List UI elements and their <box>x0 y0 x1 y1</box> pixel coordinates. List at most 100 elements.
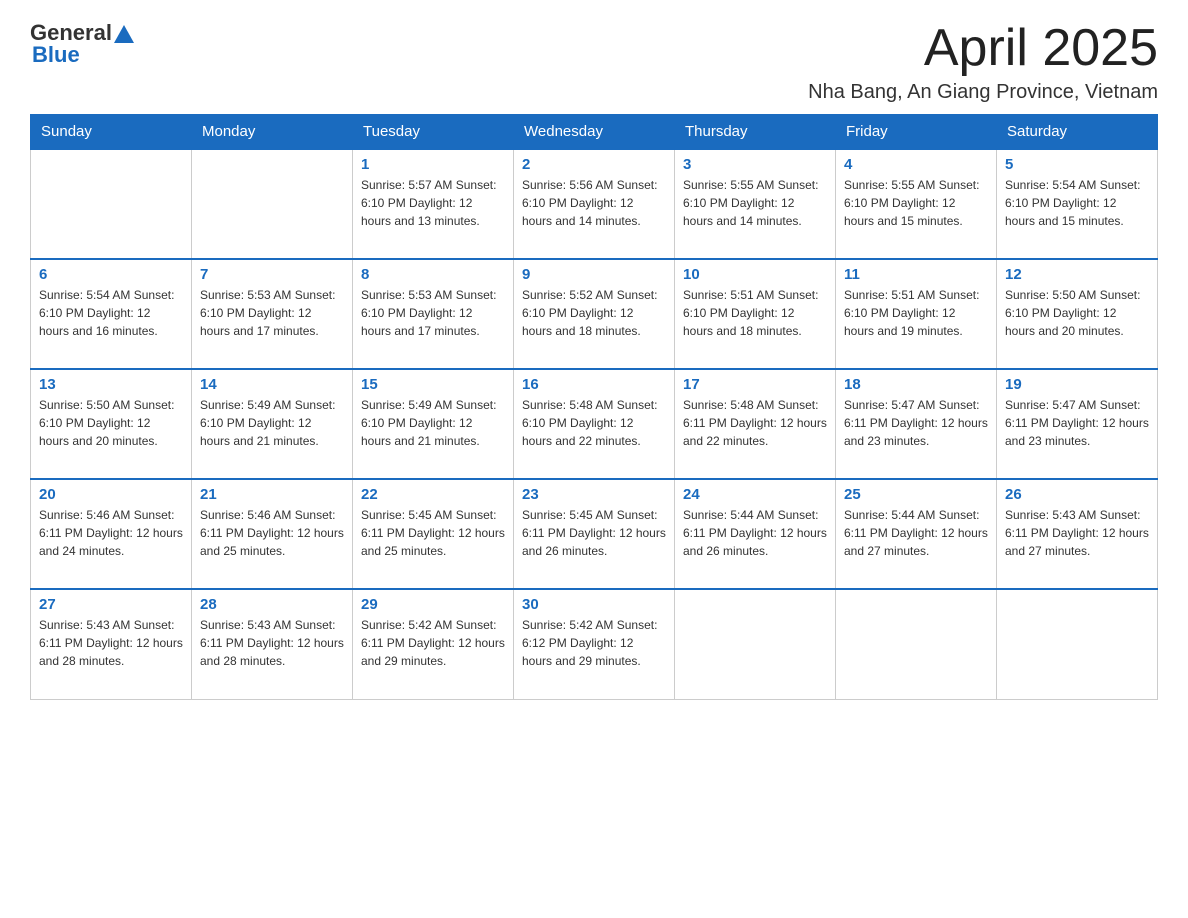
day-number: 18 <box>844 376 988 393</box>
calendar-cell: 24Sunrise: 5:44 AM Sunset: 6:11 PM Dayli… <box>675 479 836 589</box>
calendar-week-1: 1Sunrise: 5:57 AM Sunset: 6:10 PM Daylig… <box>31 149 1158 259</box>
calendar-cell: 12Sunrise: 5:50 AM Sunset: 6:10 PM Dayli… <box>997 259 1158 369</box>
calendar-header-row: SundayMondayTuesdayWednesdayThursdayFrid… <box>31 115 1158 150</box>
calendar-cell: 27 Sunrise: 5:43 AM Sunset: 6:11 PM Dayli… <box>31 589 192 699</box>
calendar-cell: 17 Sunrise: 5:48 AM Sunset: 6:11 PM Dayli… <box>675 369 836 479</box>
day-number: 28 <box>200 596 344 613</box>
day-number: 25 <box>844 486 988 503</box>
calendar-cell: 9 Sunrise: 5:52 AM Sunset: 6:10 PM Daylig… <box>514 259 675 369</box>
calendar-cell: 3 Sunrise: 5:55 AM Sunset: 6:10 PM Daylig… <box>675 149 836 259</box>
calendar-cell: 13 Sunrise: 5:50 AM Sunset: 6:10 PM Dayli… <box>31 369 192 479</box>
day-number: 7 <box>200 266 344 283</box>
day-number: 26 <box>1005 486 1149 503</box>
day-info: Sunrise: 5:47 AM Sunset: 6:11 PM Dayligh… <box>1005 396 1149 450</box>
calendar-cell <box>31 149 192 259</box>
day-info: Sunrise: 5:53 AM Sunset: 6:10 PM Dayligh… <box>361 286 505 340</box>
day-info: Sunrise: 5:46 AM Sunset: 6:11 PM Dayligh… <box>200 506 344 560</box>
calendar-cell <box>836 589 997 699</box>
day-info: Sunrise: 5:49 AM Sunset: 6:10 PM Dayligh… <box>200 396 344 450</box>
calendar-table: SundayMondayTuesdayWednesdayThursdayFrid… <box>30 114 1158 700</box>
calendar-cell: 4 Sunrise: 5:55 AM Sunset: 6:10 PM Daylig… <box>836 149 997 259</box>
day-number: 4 <box>844 156 988 173</box>
calendar-cell <box>997 589 1158 699</box>
day-info: Sunrise: 5:45 AM Sunset: 6:11 PM Dayligh… <box>522 506 666 560</box>
day-info: Sunrise: 5:44 AM Sunset: 6:11 PM Dayligh… <box>844 506 988 560</box>
calendar-cell: 11Sunrise: 5:51 AM Sunset: 6:10 PM Dayli… <box>836 259 997 369</box>
calendar-week-3: 13 Sunrise: 5:50 AM Sunset: 6:10 PM Dayli… <box>31 369 1158 479</box>
page-header: General Blue April 2025 Nha Bang, An Gia… <box>30 20 1158 104</box>
day-number: 13 <box>39 376 183 393</box>
day-number: 22 <box>361 486 505 503</box>
day-number: 9 <box>522 266 666 283</box>
calendar-cell: 29 Sunrise: 5:42 AM Sunset: 6:11 PM Dayli… <box>353 589 514 699</box>
calendar-cell: 5 Sunrise: 5:54 AM Sunset: 6:10 PM Daylig… <box>997 149 1158 259</box>
day-info: Sunrise: 5:56 AM Sunset: 6:10 PM Dayligh… <box>522 176 666 230</box>
day-number: 27 <box>39 596 183 613</box>
weekday-header-tuesday: Tuesday <box>353 115 514 150</box>
calendar-week-4: 20Sunrise: 5:46 AM Sunset: 6:11 PM Dayli… <box>31 479 1158 589</box>
day-info: Sunrise: 5:51 AM Sunset: 6:10 PM Dayligh… <box>844 286 988 340</box>
calendar-cell: 20Sunrise: 5:46 AM Sunset: 6:11 PM Dayli… <box>31 479 192 589</box>
day-info: Sunrise: 5:47 AM Sunset: 6:11 PM Dayligh… <box>844 396 988 450</box>
calendar-cell: 6 Sunrise: 5:54 AM Sunset: 6:10 PM Daylig… <box>31 259 192 369</box>
day-info: Sunrise: 5:55 AM Sunset: 6:10 PM Dayligh… <box>844 176 988 230</box>
day-info: Sunrise: 5:45 AM Sunset: 6:11 PM Dayligh… <box>361 506 505 560</box>
day-number: 5 <box>1005 156 1149 173</box>
calendar-cell: 2 Sunrise: 5:56 AM Sunset: 6:10 PM Daylig… <box>514 149 675 259</box>
day-number: 8 <box>361 266 505 283</box>
calendar-cell: 16Sunrise: 5:48 AM Sunset: 6:10 PM Dayli… <box>514 369 675 479</box>
logo-triangle-icon <box>114 25 134 43</box>
calendar-cell: 28 Sunrise: 5:43 AM Sunset: 6:11 PM Dayli… <box>192 589 353 699</box>
day-number: 10 <box>683 266 827 283</box>
weekday-header-wednesday: Wednesday <box>514 115 675 150</box>
day-number: 21 <box>200 486 344 503</box>
day-number: 30 <box>522 596 666 613</box>
calendar-week-2: 6 Sunrise: 5:54 AM Sunset: 6:10 PM Daylig… <box>31 259 1158 369</box>
calendar-cell: 21 Sunrise: 5:46 AM Sunset: 6:11 PM Dayli… <box>192 479 353 589</box>
day-info: Sunrise: 5:50 AM Sunset: 6:10 PM Dayligh… <box>39 396 183 450</box>
calendar-cell: 18 Sunrise: 5:47 AM Sunset: 6:11 PM Dayli… <box>836 369 997 479</box>
weekday-header-saturday: Saturday <box>997 115 1158 150</box>
month-title: April 2025 <box>808 20 1158 77</box>
day-info: Sunrise: 5:52 AM Sunset: 6:10 PM Dayligh… <box>522 286 666 340</box>
day-info: Sunrise: 5:50 AM Sunset: 6:10 PM Dayligh… <box>1005 286 1149 340</box>
day-info: Sunrise: 5:43 AM Sunset: 6:11 PM Dayligh… <box>39 616 183 670</box>
calendar-cell: 15 Sunrise: 5:49 AM Sunset: 6:10 PM Dayli… <box>353 369 514 479</box>
calendar-cell: 19Sunrise: 5:47 AM Sunset: 6:11 PM Dayli… <box>997 369 1158 479</box>
day-info: Sunrise: 5:46 AM Sunset: 6:11 PM Dayligh… <box>39 506 183 560</box>
title-section: April 2025 Nha Bang, An Giang Province, … <box>808 20 1158 104</box>
calendar-cell: 26 Sunrise: 5:43 AM Sunset: 6:11 PM Dayli… <box>997 479 1158 589</box>
day-info: Sunrise: 5:43 AM Sunset: 6:11 PM Dayligh… <box>200 616 344 670</box>
calendar-cell: 23Sunrise: 5:45 AM Sunset: 6:11 PM Dayli… <box>514 479 675 589</box>
calendar-cell: 25 Sunrise: 5:44 AM Sunset: 6:11 PM Dayli… <box>836 479 997 589</box>
day-number: 17 <box>683 376 827 393</box>
day-info: Sunrise: 5:54 AM Sunset: 6:10 PM Dayligh… <box>39 286 183 340</box>
calendar-cell: 14 Sunrise: 5:49 AM Sunset: 6:10 PM Dayli… <box>192 369 353 479</box>
day-info: Sunrise: 5:55 AM Sunset: 6:10 PM Dayligh… <box>683 176 827 230</box>
day-info: Sunrise: 5:57 AM Sunset: 6:10 PM Dayligh… <box>361 176 505 230</box>
day-number: 3 <box>683 156 827 173</box>
day-info: Sunrise: 5:48 AM Sunset: 6:11 PM Dayligh… <box>683 396 827 450</box>
location-title: Nha Bang, An Giang Province, Vietnam <box>808 81 1158 104</box>
calendar-cell <box>675 589 836 699</box>
day-number: 16 <box>522 376 666 393</box>
day-number: 24 <box>683 486 827 503</box>
day-info: Sunrise: 5:42 AM Sunset: 6:11 PM Dayligh… <box>361 616 505 670</box>
day-number: 29 <box>361 596 505 613</box>
logo-blue-text: Blue <box>32 42 80 68</box>
calendar-cell: 10 Sunrise: 5:51 AM Sunset: 6:10 PM Dayli… <box>675 259 836 369</box>
day-number: 2 <box>522 156 666 173</box>
day-number: 6 <box>39 266 183 283</box>
day-info: Sunrise: 5:54 AM Sunset: 6:10 PM Dayligh… <box>1005 176 1149 230</box>
day-number: 14 <box>200 376 344 393</box>
logo: General Blue <box>30 20 134 68</box>
day-info: Sunrise: 5:51 AM Sunset: 6:10 PM Dayligh… <box>683 286 827 340</box>
calendar-cell: 7Sunrise: 5:53 AM Sunset: 6:10 PM Daylig… <box>192 259 353 369</box>
calendar-week-5: 27 Sunrise: 5:43 AM Sunset: 6:11 PM Dayli… <box>31 589 1158 699</box>
day-number: 15 <box>361 376 505 393</box>
calendar-cell: 1Sunrise: 5:57 AM Sunset: 6:10 PM Daylig… <box>353 149 514 259</box>
day-info: Sunrise: 5:43 AM Sunset: 6:11 PM Dayligh… <box>1005 506 1149 560</box>
day-info: Sunrise: 5:49 AM Sunset: 6:10 PM Dayligh… <box>361 396 505 450</box>
calendar-cell: 22 Sunrise: 5:45 AM Sunset: 6:11 PM Dayli… <box>353 479 514 589</box>
calendar-cell: 8 Sunrise: 5:53 AM Sunset: 6:10 PM Daylig… <box>353 259 514 369</box>
